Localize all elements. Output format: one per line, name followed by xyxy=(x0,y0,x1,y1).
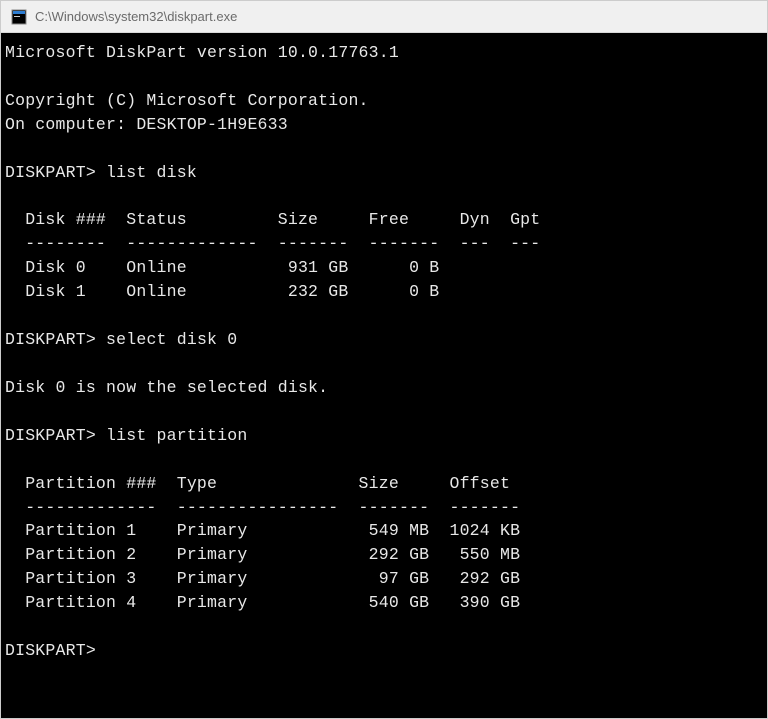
disk-row: Disk 1 Online 232 GB 0 B xyxy=(5,282,439,301)
partition-table-header: Partition ### Type Size Offset xyxy=(5,474,510,493)
computer-line: On computer: DESKTOP-1H9E633 xyxy=(5,115,288,134)
partition-row: Partition 4 Primary 540 GB 390 GB xyxy=(5,593,520,612)
prompt: DISKPART> xyxy=(5,426,96,445)
prompt: DISKPART> xyxy=(5,163,96,182)
copyright-line: Copyright (C) Microsoft Corporation. xyxy=(5,91,369,110)
app-icon xyxy=(11,9,27,25)
disk-table-header: Disk ### Status Size Free Dyn Gpt xyxy=(5,210,540,229)
diskpart-window: C:\Windows\system32\diskpart.exe Microso… xyxy=(0,0,768,719)
prompt: DISKPART> xyxy=(5,330,96,349)
partition-row: Partition 3 Primary 97 GB 292 GB xyxy=(5,569,520,588)
command-list-disk: list disk xyxy=(106,163,197,182)
partition-table-divider: ------------- ---------------- ------- -… xyxy=(5,498,520,517)
select-disk-message: Disk 0 is now the selected disk. xyxy=(5,378,328,397)
terminal-output[interactable]: Microsoft DiskPart version 10.0.17763.1 … xyxy=(1,33,767,718)
partition-row: Partition 1 Primary 549 MB 1024 KB xyxy=(5,521,520,540)
disk-row: Disk 0 Online 931 GB 0 B xyxy=(5,258,439,277)
titlebar[interactable]: C:\Windows\system32\diskpart.exe xyxy=(1,1,767,33)
disk-table-divider: -------- ------------- ------- ------- -… xyxy=(5,234,540,253)
command-select-disk: select disk 0 xyxy=(106,330,237,349)
current-prompt: DISKPART> xyxy=(5,641,96,660)
partition-row: Partition 2 Primary 292 GB 550 MB xyxy=(5,545,520,564)
version-line: Microsoft DiskPart version 10.0.17763.1 xyxy=(5,43,399,62)
window-title: C:\Windows\system32\diskpart.exe xyxy=(35,9,237,24)
command-list-partition: list partition xyxy=(106,426,247,445)
